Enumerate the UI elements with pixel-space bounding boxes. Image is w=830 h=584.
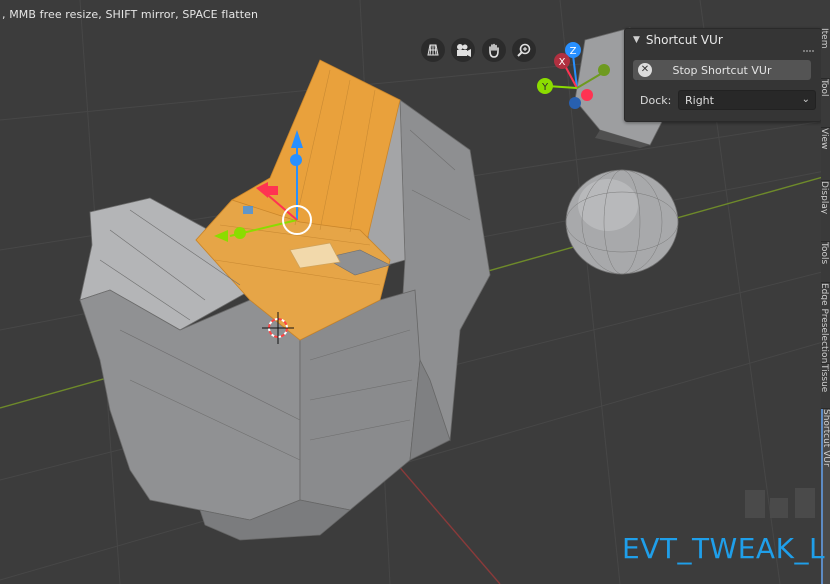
tab-tissue[interactable]: Tissue — [821, 364, 830, 409]
hand-pan-icon — [489, 43, 499, 58]
tab-edge-preselection-label: Edge Preselection — [821, 283, 829, 364]
panel-title: Shortcut VUr — [645, 33, 723, 47]
gizmo-z-label: Z — [570, 46, 577, 57]
dock-select[interactable]: Right ⌄ — [678, 90, 816, 110]
dock-label: Dock: — [640, 94, 672, 107]
tab-tool[interactable]: Tool — [821, 79, 830, 128]
tab-view-label: View — [821, 128, 829, 150]
tab-tools[interactable]: Tools — [821, 242, 830, 283]
tab-view[interactable]: View — [821, 128, 830, 181]
mesh-object[interactable] — [79, 59, 491, 541]
tab-tool-label: Tool — [821, 79, 829, 97]
camera-icon — [457, 44, 471, 57]
sphere-object[interactable] — [565, 169, 679, 275]
tab-display-label: Display — [821, 181, 829, 215]
zoom-view-button[interactable] — [512, 38, 536, 62]
perspective-toggle-button[interactable] — [421, 38, 445, 62]
header-hint-text: , MMB free resize, SHIFT mirror, SPACE f… — [2, 8, 259, 21]
chevron-down-icon: ⌄ — [801, 94, 810, 105]
tab-tissue-label: Tissue — [821, 364, 829, 393]
gizmo-y-label: Y — [541, 82, 549, 93]
tab-tools-label: Tools — [821, 242, 829, 265]
dock-value: Right — [685, 93, 714, 107]
keystroke-ghost-2 — [770, 498, 788, 518]
tab-item[interactable]: Item — [821, 28, 830, 79]
keystroke-ghost-1 — [745, 490, 765, 518]
gizmo-x-label: X — [559, 57, 566, 68]
drag-grip-icon[interactable] — [803, 37, 815, 52]
stop-shortcut-label: Stop Shortcut VUr — [672, 63, 772, 77]
tab-item-label: Item — [821, 28, 829, 49]
pan-view-button[interactable] — [482, 38, 506, 62]
sidebar-tabs: Item Tool View Display Tools Edge Presel… — [821, 28, 830, 584]
zoom-icon — [517, 43, 531, 57]
shortcut-vur-panel: ▼ Shortcut VUr ✕ Stop Shortcut VUr Dock:… — [624, 28, 822, 122]
perspective-grid-icon — [427, 44, 439, 56]
tab-edge-preselection[interactable]: Edge Preselection — [821, 283, 830, 364]
tab-display[interactable]: Display — [821, 181, 830, 242]
panel-header[interactable]: ▼ Shortcut VUr — [625, 29, 821, 52]
stop-shortcut-button[interactable]: ✕ Stop Shortcut VUr — [633, 60, 811, 80]
tab-shortcut-vur-label: Shortcut VUr — [821, 409, 830, 467]
collapse-triangle-icon[interactable]: ▼ — [633, 35, 640, 45]
event-readout: EVT_TWEAK_L — [622, 532, 826, 565]
close-circle-icon: ✕ — [638, 63, 652, 77]
3d-viewport[interactable]: Z X Y , MMB free resize, SHIFT mirror, S… — [0, 0, 830, 584]
keystroke-ghost-3 — [795, 488, 815, 518]
camera-view-button[interactable] — [451, 38, 475, 62]
